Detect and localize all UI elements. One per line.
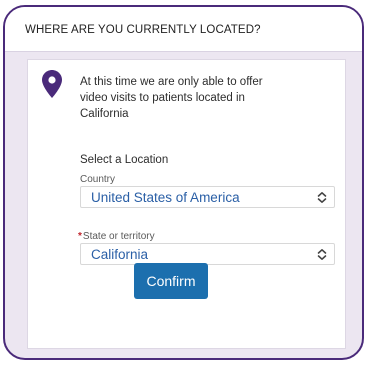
- up-down-chevron-icon: [317, 192, 327, 203]
- availability-message: At this time we are only able to offer v…: [80, 74, 320, 122]
- location-dialog: WHERE ARE YOU CURRENTLY LOCATED? At this…: [3, 5, 364, 360]
- state-label: *State or territory: [78, 231, 155, 242]
- country-select-value: United States of America: [91, 190, 240, 205]
- country-select[interactable]: United States of America: [80, 186, 335, 208]
- message-line: video visits to patients located in: [80, 92, 245, 104]
- country-label: Country: [80, 174, 116, 185]
- dialog-header: WHERE ARE YOU CURRENTLY LOCATED?: [5, 7, 362, 52]
- state-select-value: California: [91, 247, 149, 262]
- up-down-chevron-icon: [317, 249, 327, 260]
- required-marker: *: [78, 231, 82, 242]
- message-line: California: [80, 108, 129, 120]
- dialog-title: WHERE ARE YOU CURRENTLY LOCATED?: [25, 24, 261, 36]
- select-location-heading: Select a Location: [80, 154, 169, 166]
- confirm-button[interactable]: Confirm: [134, 263, 208, 299]
- message-line: At this time we are only able to offer: [80, 76, 263, 88]
- location-card: At this time we are only able to offer v…: [27, 59, 346, 349]
- map-pin-icon: [42, 70, 62, 98]
- state-label-text: State or territory: [82, 231, 155, 242]
- state-select[interactable]: California: [80, 243, 335, 265]
